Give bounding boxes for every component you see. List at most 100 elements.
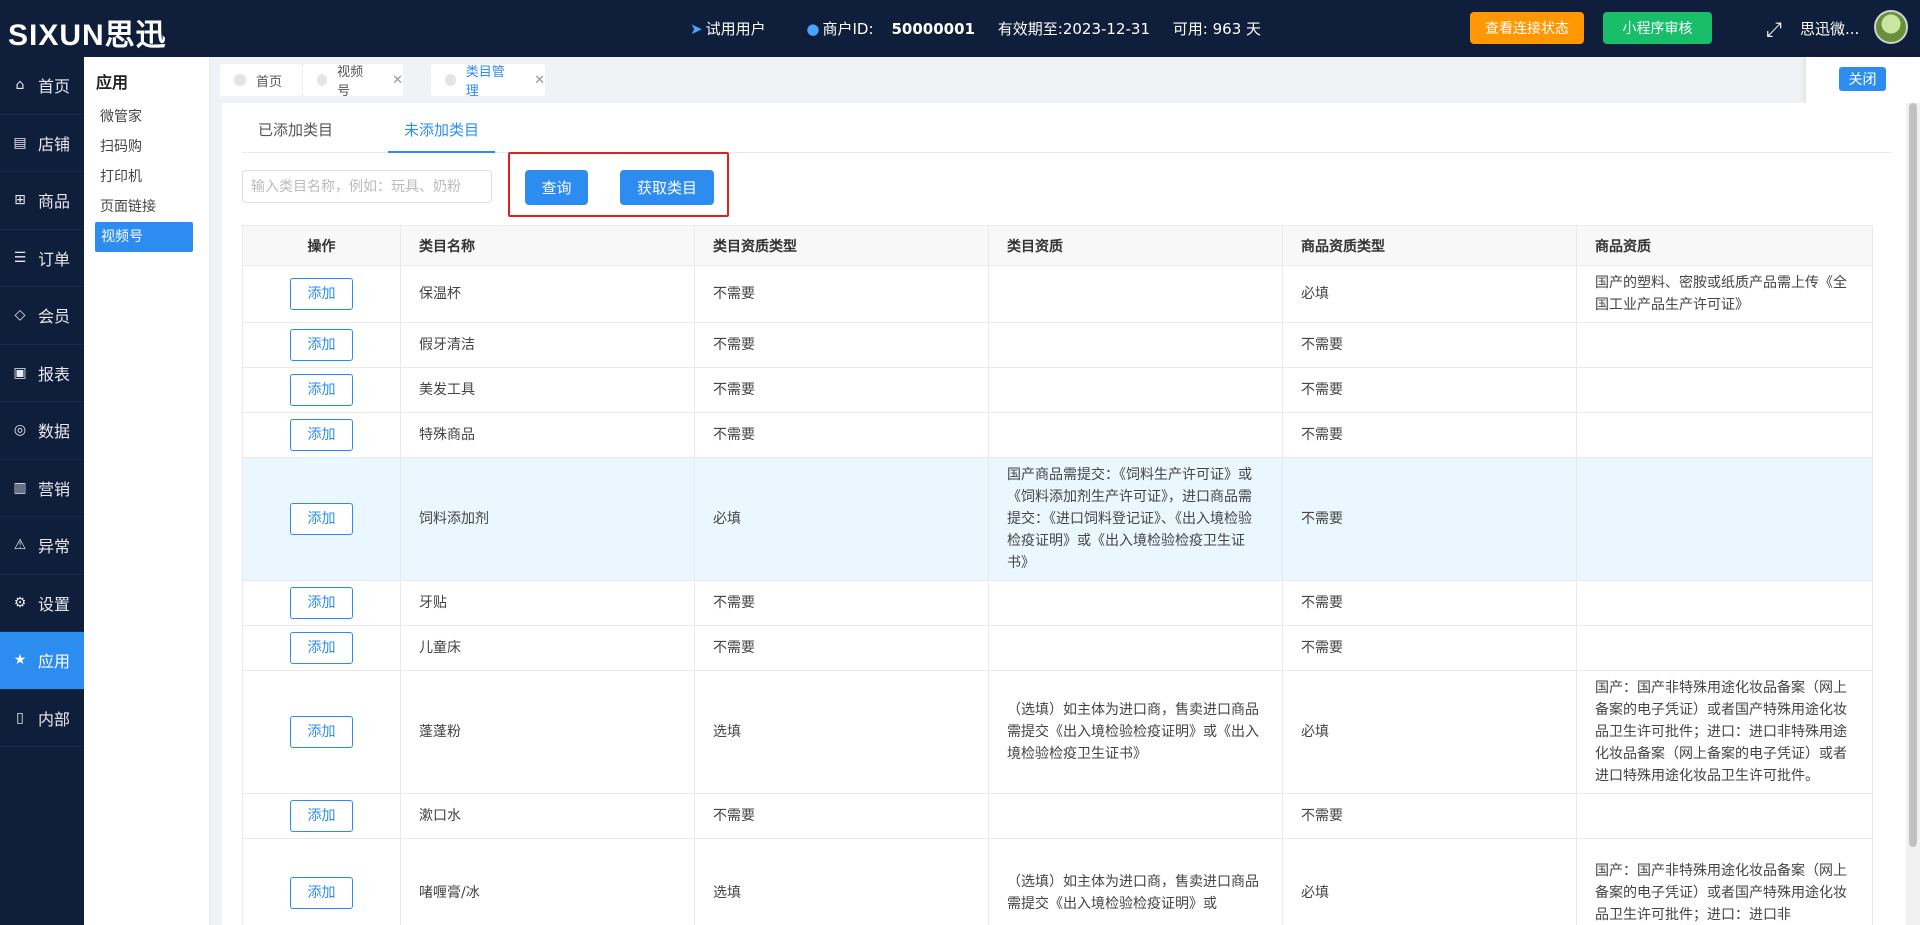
- fullscreen-icon[interactable]: ⤢: [1766, 17, 1782, 41]
- nav-item[interactable]: ▥ 营销: [0, 460, 84, 517]
- table-row: 添加 啫喱膏/冰 选填 （选填）如主体为进口商，售卖进口商品需提交《出入境检验检疫证明…: [242, 838, 1873, 925]
- user-name[interactable]: 思迅微...: [1800, 18, 1859, 39]
- action-cell: 添加: [242, 265, 401, 323]
- nav-item-label: 应用: [38, 652, 71, 672]
- cell-prod-qual-type: 不需要: [1282, 793, 1577, 839]
- col-header-cat-qual: 类目资质: [988, 225, 1283, 266]
- cell-prod-qual-type: 不需要: [1282, 322, 1577, 368]
- cell-cat-qual-type: 必填: [694, 457, 989, 581]
- table-row: 添加 饲料添加剂 必填 国产商品需提交：《饲料生产许可证》或《饲料添加剂生产许可证》，…: [242, 457, 1873, 581]
- submenu-item[interactable]: 打印机: [84, 162, 193, 192]
- cell-name: 儿童床: [400, 625, 695, 671]
- cell-prod-qual: 国产：国产非特殊用途化妆品备案（网上备案的电子凭证）或者国产特殊用途化妆品卫生许…: [1576, 838, 1873, 925]
- send-icon: ➤: [690, 20, 703, 38]
- cell-name: 啫喱膏/冰: [400, 838, 695, 925]
- tab-close-area: 关闭: [1806, 57, 1920, 103]
- close-tab-icon[interactable]: ✕: [392, 73, 403, 88]
- cell-prod-qual: [1576, 580, 1873, 626]
- tab-category-management[interactable]: 类目管理 ✕: [431, 64, 545, 99]
- submenu-item[interactable]: 扫码购: [84, 132, 193, 162]
- add-button[interactable]: 添加: [290, 503, 353, 535]
- cell-cat-qual: （选填）如主体为进口商，售卖进口商品需提交《出入境检验检疫证明》或: [988, 838, 1283, 925]
- data-icon: ◎: [13, 422, 27, 439]
- submenu-item[interactable]: 视频号: [95, 222, 193, 252]
- add-button[interactable]: 添加: [290, 419, 353, 451]
- store-icon: ▤: [13, 134, 27, 151]
- cell-cat-qual: [988, 793, 1283, 839]
- nav-item[interactable]: ☰ 订单: [0, 230, 84, 287]
- main-content: 已添加类目 未添加类目 查询 获取类目 操作 类目名称 类目资质类型 类目资质 …: [222, 103, 1906, 925]
- table-row: 添加 假牙清洁 不需要 不需要: [242, 322, 1873, 368]
- nav-item[interactable]: ▤ 店铺: [0, 115, 84, 172]
- action-cell: 添加: [242, 367, 401, 413]
- cell-prod-qual: 国产：国产非特殊用途化妆品备案（网上备案的电子凭证）或者国产特殊用途化妆品卫生许…: [1576, 670, 1873, 794]
- avatar[interactable]: [1874, 10, 1908, 44]
- tab-added-categories[interactable]: 已添加类目: [242, 115, 349, 153]
- add-button[interactable]: 添加: [290, 374, 353, 406]
- cell-name: 漱口水: [400, 793, 695, 839]
- submenu-item[interactable]: 微管家: [84, 102, 193, 132]
- nav-item[interactable]: ⚠ 异常: [0, 517, 84, 575]
- miniapp-review-button[interactable]: 小程序审核: [1603, 12, 1712, 44]
- add-button[interactable]: 添加: [290, 329, 353, 361]
- cell-cat-qual-type: 不需要: [694, 265, 989, 323]
- tab-channels[interactable]: 视频号 ✕: [303, 64, 403, 99]
- add-button[interactable]: 添加: [290, 587, 353, 619]
- cell-prod-qual-type: 不需要: [1282, 625, 1577, 671]
- scrollbar-thumb[interactable]: [1909, 103, 1917, 847]
- add-button[interactable]: 添加: [290, 800, 353, 832]
- add-button[interactable]: 添加: [290, 716, 353, 748]
- cell-cat-qual: [988, 412, 1283, 458]
- nav-item[interactable]: ⚙ 设置: [0, 575, 84, 632]
- nav-item[interactable]: ◇ 会员: [0, 287, 84, 345]
- table-row: 添加 牙贴 不需要 不需要: [242, 580, 1873, 626]
- page-tabs: 首页 视频号 ✕ 类目管理 ✕: [210, 57, 1920, 103]
- action-cell: 添加: [242, 625, 401, 671]
- available-days: 可用: 963 天: [1172, 20, 1262, 38]
- cell-name: 饲料添加剂: [400, 457, 695, 581]
- nav-item-label: 数据: [38, 422, 71, 442]
- nav-item[interactable]: ⌂ 首页: [0, 57, 84, 115]
- query-button[interactable]: 查询: [525, 170, 588, 205]
- tab-dot: [234, 74, 246, 86]
- nav-item-label: 商品: [38, 192, 71, 212]
- view-connection-button[interactable]: 查看连接状态: [1470, 12, 1584, 44]
- category-search-input[interactable]: [242, 170, 492, 203]
- tab-unadded-categories[interactable]: 未添加类目: [388, 115, 496, 153]
- cell-cat-qual: （选填）如主体为进口商，售卖进口商品需提交《出入境检验检疫证明》或《出入境检验检…: [988, 670, 1283, 794]
- nav-item[interactable]: ◎ 数据: [0, 402, 84, 460]
- report-icon: ▣: [13, 364, 27, 381]
- close-button[interactable]: 关闭: [1839, 67, 1886, 91]
- submenu-item[interactable]: 页面链接: [84, 192, 193, 222]
- add-button[interactable]: 添加: [290, 278, 353, 310]
- fetch-category-button[interactable]: 获取类目: [620, 170, 714, 205]
- chart-icon: ▥: [13, 479, 27, 496]
- nav-item[interactable]: ⊞ 商品: [0, 172, 84, 230]
- cell-cat-qual-type: 不需要: [694, 793, 989, 839]
- nav-item-label: 会员: [38, 307, 71, 327]
- gift-icon: ⊞: [14, 192, 26, 209]
- add-button[interactable]: 添加: [290, 632, 353, 664]
- tab-dot: [445, 74, 456, 86]
- add-button[interactable]: 添加: [290, 876, 353, 909]
- cell-cat-qual-type: 不需要: [694, 580, 989, 626]
- star-icon: ★: [13, 652, 27, 669]
- cell-name: 蓬蓬粉: [400, 670, 695, 794]
- cell-cat-qual: [988, 322, 1283, 368]
- cell-name: 牙贴: [400, 580, 695, 626]
- table-row: 添加 特殊商品 不需要 不需要: [242, 412, 1873, 458]
- scrollbar[interactable]: [1906, 103, 1920, 925]
- account-info: ➤ 试用用户 ● 商户ID: 50000001 有效期至:2023-12-31 可用:…: [690, 18, 1279, 39]
- nav-item-label: 报表: [38, 364, 71, 384]
- nav-item[interactable]: ▯ 内部: [0, 690, 84, 747]
- cell-cat-qual-type: 不需要: [694, 322, 989, 368]
- merchant-info: ● 商户ID: 50000001: [806, 20, 975, 38]
- diamond-icon: ◇: [14, 307, 26, 324]
- close-tab-icon[interactable]: ✕: [534, 73, 545, 88]
- nav-item[interactable]: ▣ 报表: [0, 345, 84, 402]
- nav-item[interactable]: ★ 应用: [0, 632, 84, 690]
- cell-prod-qual-type: 必填: [1282, 838, 1577, 925]
- cell-cat-qual-type: 选填: [694, 838, 989, 925]
- tab-home[interactable]: 首页: [220, 64, 302, 96]
- col-header-name: 类目名称: [400, 225, 695, 266]
